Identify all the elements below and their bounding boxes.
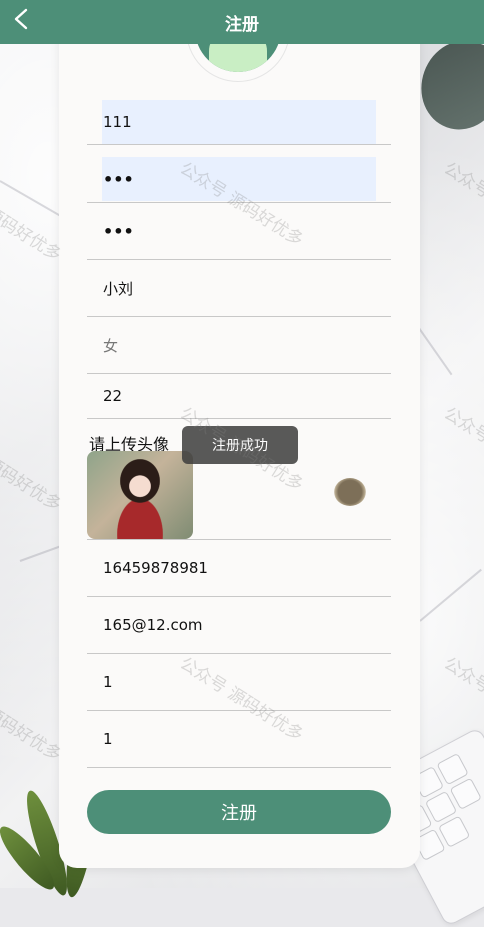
gender-select[interactable]: 女 [103,317,118,373]
gender-field[interactable]: 女 [87,317,391,374]
name-field[interactable]: 小刘 [87,260,391,317]
age-input[interactable]: 22 [103,374,122,418]
password-input[interactable]: ••• [103,157,134,201]
email-field[interactable]: 165@12.com [87,597,391,654]
username-field[interactable]: 111 [87,100,391,145]
touch-indicator [334,478,366,506]
uploaded-avatar-image[interactable] [87,451,193,539]
page-title: 注册 [225,14,259,35]
toast-message: 注册成功 [182,426,298,464]
age-field[interactable]: 22 [87,374,391,419]
register-button[interactable]: 注册 [87,790,391,834]
chevron-left-icon [14,8,28,30]
field-a-input[interactable]: 1 [103,654,113,710]
username-input[interactable]: 111 [103,100,132,144]
phone-input[interactable]: 16459878981 [103,540,208,596]
email-input[interactable]: 165@12.com [103,597,203,653]
confirm-password-input[interactable]: ••• [103,203,134,259]
phone-field[interactable]: 16459878981 [87,540,391,597]
app-header: 注册 [0,0,484,44]
confirm-password-field[interactable]: ••• [87,203,391,260]
field-b-input[interactable]: 1 [103,711,113,767]
leaf-decoration [409,29,484,141]
password-field[interactable]: ••• [87,157,391,203]
back-button[interactable] [6,4,36,34]
name-input[interactable]: 小刘 [103,260,133,316]
field-b[interactable]: 1 [87,711,391,768]
field-a[interactable]: 1 [87,654,391,711]
